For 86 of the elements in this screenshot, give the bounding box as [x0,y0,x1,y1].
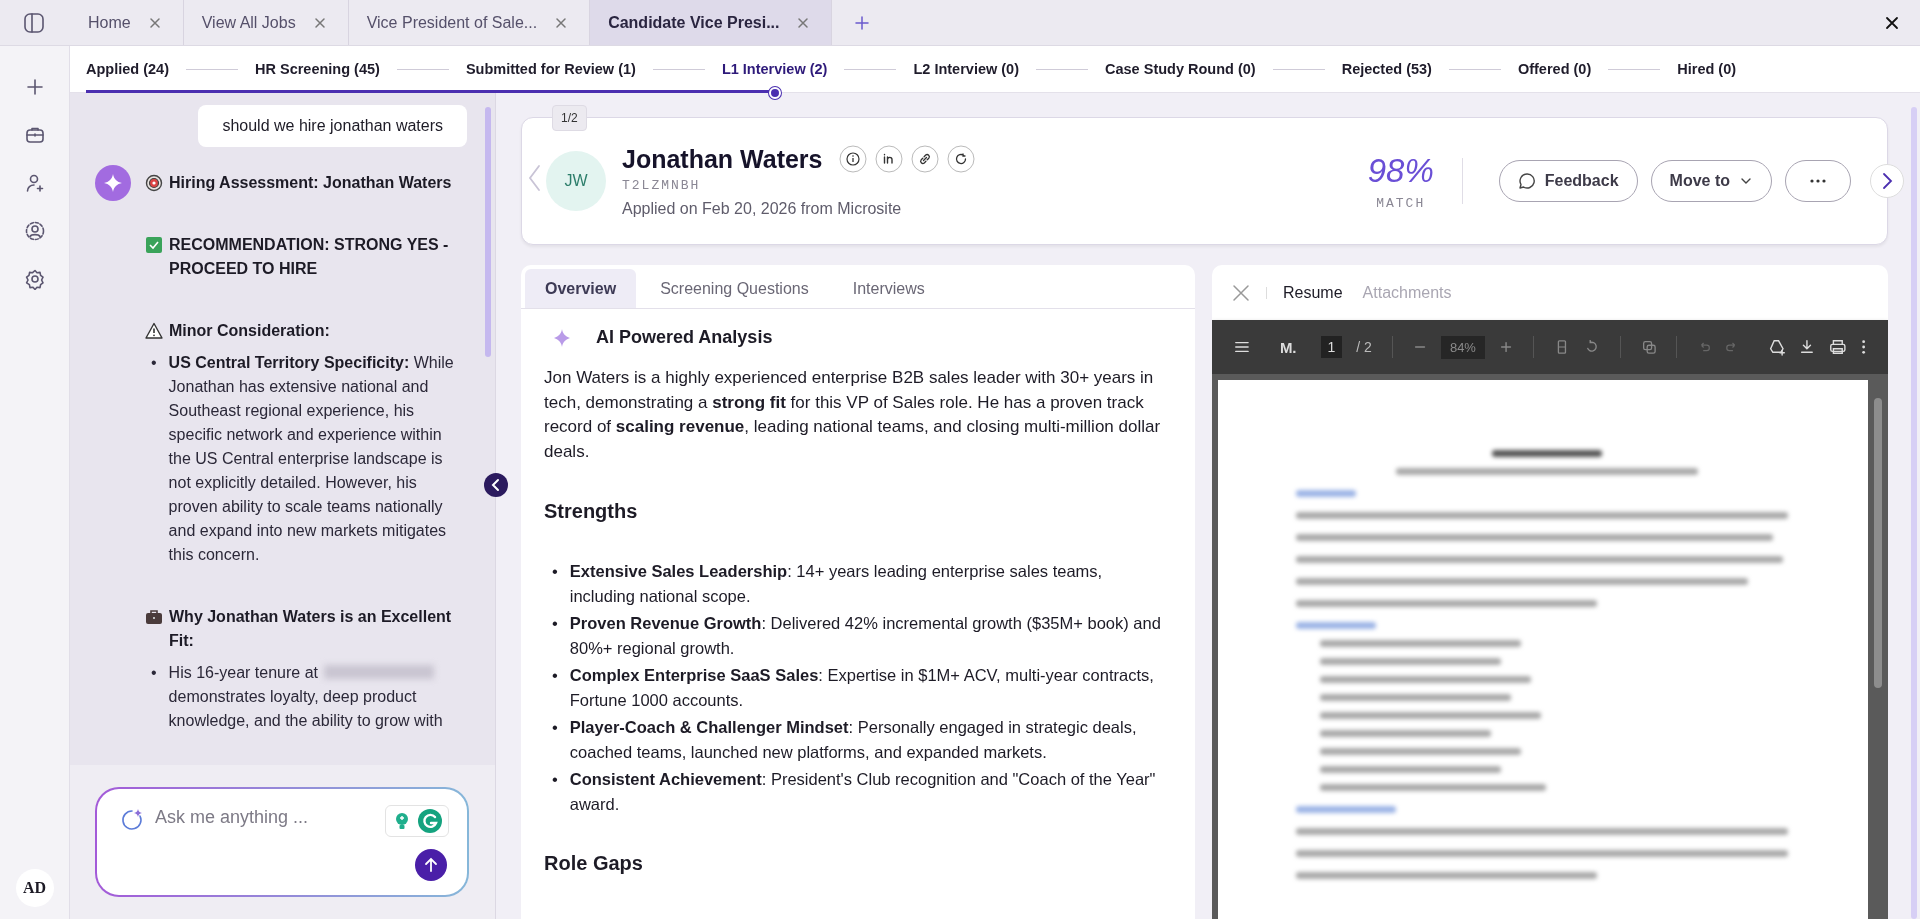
candidate-id: T2LZMNBH [622,177,702,193]
bullet-text: demonstrates loyalty, deep product knowledge, and the ability to grow with [168,688,443,729]
add-tab-icon[interactable] [854,14,871,31]
panel-tab[interactable]: Screening Questions [640,269,829,308]
target-icon [145,174,163,192]
section-heading: Strengths [544,500,639,523]
refresh-icon[interactable] [946,145,975,173]
pipeline-stage[interactable]: Hired (0) [1677,61,1737,77]
summary-paragraph: Jon Waters is a highly experienced enterprise B2B sales leader with 30+ years in tech, demonstrating a strong fit for this VP of Sales role. He has a proven track record of scaling revenue, leading national teams, and closing multi-million dollar deals. [544,367,1162,463]
next-arrow-button[interactable] [1870,164,1904,198]
link-icon[interactable] [910,145,939,173]
more-vertical-icon[interactable] [1860,338,1866,356]
browser-tab[interactable]: Candidate Vice Presi... [590,0,833,45]
section-title: AI Powered Analysis [596,327,773,348]
settings-icon[interactable] [23,268,46,290]
info-icon[interactable] [838,145,867,173]
section-heading: Role Gaps [544,852,644,875]
download-icon[interactable] [1799,338,1816,356]
match-label: MATCH [1376,195,1426,211]
match-score: 98% [1367,151,1434,190]
sparkle-icon [119,807,145,833]
page-total: / 2 [1356,339,1372,355]
grammar-extension-icon[interactable] [417,808,443,834]
chat-bubble-icon [1517,172,1536,190]
bullet-marker: • [552,717,558,738]
sidebar-toggle-icon[interactable] [23,11,45,34]
chat-input-field[interactable]: Ask me anything ... [151,805,379,830]
briefcase-icon [145,608,163,626]
pipeline-stage[interactable]: Applied (24) [86,61,169,77]
send-button-icon[interactable] [415,849,447,881]
pipeline-stage[interactable]: Submitted for Review (1) [465,61,636,77]
bullet-marker: • [552,665,558,686]
heading-text: RECOMMENDATION: STRONG YES - PROCEED TO HIRE [169,235,450,279]
scrollbar-thumb[interactable] [485,107,491,357]
bullet-marker: • [552,769,558,790]
strength-item: Complex Enterprise SaaS Sales: Expertise in $1M+ ACV, multi-year contracts, Fortune 1000 accounts. [569,665,1155,711]
drive-add-icon[interactable] [1767,337,1786,357]
candidate-avatar: JW [546,151,606,211]
feedback-button[interactable]: Feedback [1498,160,1638,202]
warning-icon [145,322,163,340]
bullet-text: His 16-year tenure at [168,664,318,681]
user-message: should we hire jonathan waters [198,105,467,147]
heading-text: Hiring Assessment: Jonathan Waters [169,173,452,193]
move-to-dropdown[interactable]: Move to [1650,160,1772,202]
scrollbar-thumb[interactable] [1874,398,1882,688]
pipeline-stage[interactable]: HR Screening (45) [255,61,380,77]
browser-tab[interactable]: Home [70,0,184,45]
strength-item: Player-Coach & Challenger Mindset: Personally engaged in strategic deals, coached teams, launched new platforms, and expanded markets. [569,717,1138,763]
applied-date: Applied on Feb 20, 2026 from Microsite [622,199,903,218]
bullet-marker: • [552,613,558,634]
page-counter: 1/2 [552,105,587,131]
candidate-name: Jonathan Waters [622,144,823,174]
strength-item: Extensive Sales Leadership: 14+ years leading enterprise sales teams, including national scope. [569,561,1104,607]
heading-text: Why Jonathan Waters is an Excellent Fit: [169,607,453,651]
pipeline-stage[interactable]: L1 Interview (2) [721,61,828,77]
collapse-panel-icon[interactable] [484,473,508,497]
document-title: M. [1279,338,1297,356]
user-avatar[interactable]: AD [15,869,54,907]
scrollbar-thumb[interactable] [1911,107,1917,919]
panel-tab[interactable]: Resume [1283,283,1343,302]
bullet-marker: • [151,663,157,683]
check-box-icon [145,236,163,254]
strength-item: Proven Revenue Growth: Delivered 42% incremental growth ($35M+ book) and 80%+ regional growth. [569,613,1162,659]
panel-tab[interactable]: Overview [525,269,637,308]
bullet-text: US Central Territory Specificity: While Jonathan has extensive national and Southeast regional experience, his specific network and experience within the US Central enterprise landscape is not explicitly detailed. However, his proven ability to scale teams nationally and expand into new markets mitigates this concern. [168,353,455,565]
panel-tab[interactable]: Interviews [832,269,945,308]
zoom-in-icon[interactable] [1498,339,1514,355]
bullet-marker: • [151,353,157,373]
close-icon[interactable] [1885,15,1899,30]
pipeline-stage[interactable]: L2 Interview (0) [913,61,1019,77]
print-icon[interactable] [1829,337,1847,357]
pipeline-stage[interactable]: Case Study Round (0) [1105,61,1256,77]
strength-item: Consistent Achievement: President's Club recognition and "Coach of the Year" award. [569,769,1157,815]
pipeline-stage[interactable]: Rejected (53) [1341,61,1432,77]
user-circle-icon[interactable] [23,220,46,242]
zoom-level-field[interactable]: 84% [1440,335,1485,359]
more-button[interactable] [1785,160,1851,202]
bullet-marker: • [552,561,558,582]
more-icon [1810,179,1826,183]
heading-text: Minor Consideration: [169,321,330,341]
layers-icon[interactable] [1640,338,1657,356]
pipeline-stage[interactable]: Offered (0) [1517,61,1592,77]
page-number-field[interactable]: 1 [1320,336,1343,358]
browser-tab[interactable]: View All Jobs [183,0,349,45]
assistant-avatar-icon [95,165,131,201]
linkedin-icon[interactable] [874,145,903,173]
